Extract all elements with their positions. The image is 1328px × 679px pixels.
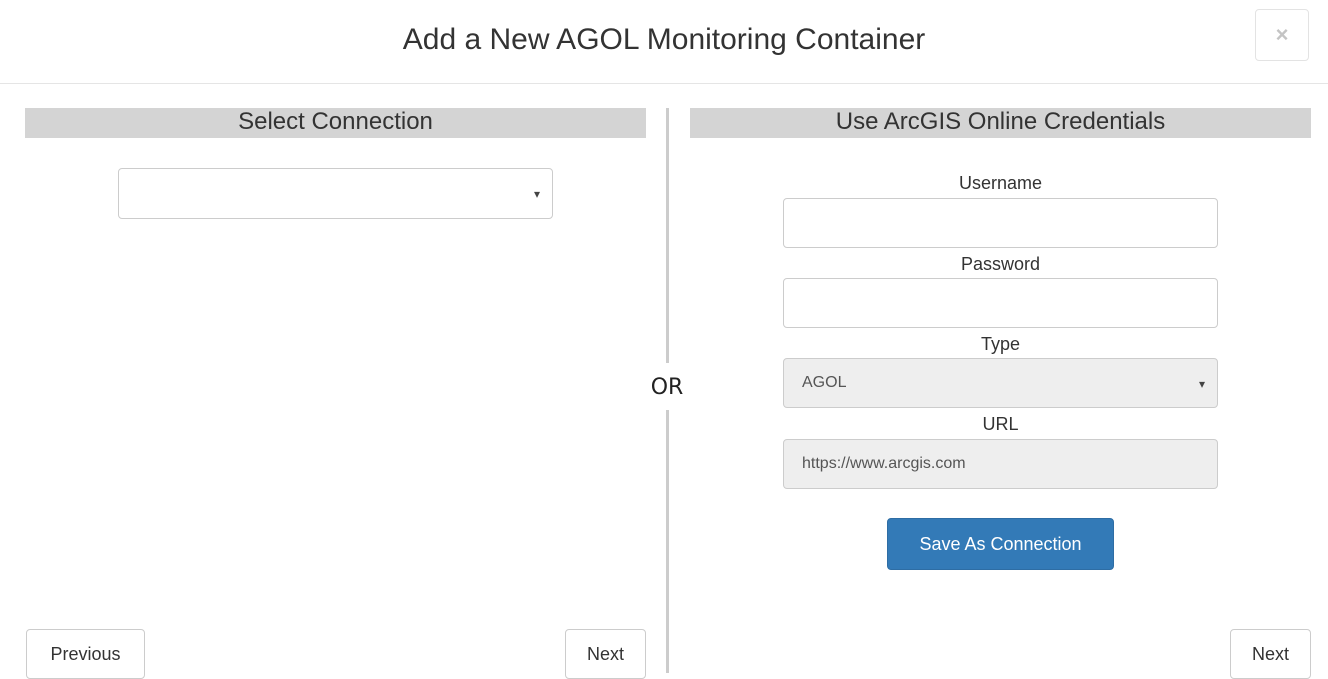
password-input[interactable] bbox=[783, 278, 1218, 328]
username-label: Username bbox=[958, 173, 1043, 193]
close-button[interactable]: × bbox=[1255, 9, 1309, 61]
close-icon: × bbox=[1275, 22, 1289, 47]
type-select-value: AGOL bbox=[802, 374, 847, 391]
divider-line-top bbox=[666, 108, 669, 363]
url-value: https://www.arcgis.com bbox=[802, 455, 966, 472]
type-select[interactable]: AGOL ▾ bbox=[783, 358, 1218, 408]
url-input[interactable]: https://www.arcgis.com bbox=[783, 439, 1218, 489]
chevron-down-icon: ▾ bbox=[1199, 377, 1206, 391]
password-label: Password bbox=[960, 254, 1041, 274]
connection-select[interactable]: ▾ bbox=[118, 168, 553, 219]
modal-title: Add a New AGOL Monitoring Container bbox=[402, 23, 926, 56]
chevron-down-icon: ▾ bbox=[534, 187, 541, 201]
save-as-connection-button[interactable]: Save As Connection bbox=[887, 518, 1114, 570]
select-connection-header: Select Connection bbox=[25, 108, 646, 138]
username-input[interactable] bbox=[783, 198, 1218, 248]
url-label: URL bbox=[982, 414, 1019, 434]
divider-line-bottom bbox=[666, 410, 669, 673]
type-label: Type bbox=[980, 334, 1021, 354]
or-label: OR bbox=[650, 375, 684, 400]
previous-button[interactable]: Previous bbox=[26, 629, 145, 679]
credentials-header: Use ArcGIS Online Credentials bbox=[690, 108, 1311, 138]
next-button-left[interactable]: Next bbox=[565, 629, 646, 679]
modal-header: Add a New AGOL Monitoring Container × bbox=[0, 0, 1328, 84]
next-button-right[interactable]: Next bbox=[1230, 629, 1311, 679]
